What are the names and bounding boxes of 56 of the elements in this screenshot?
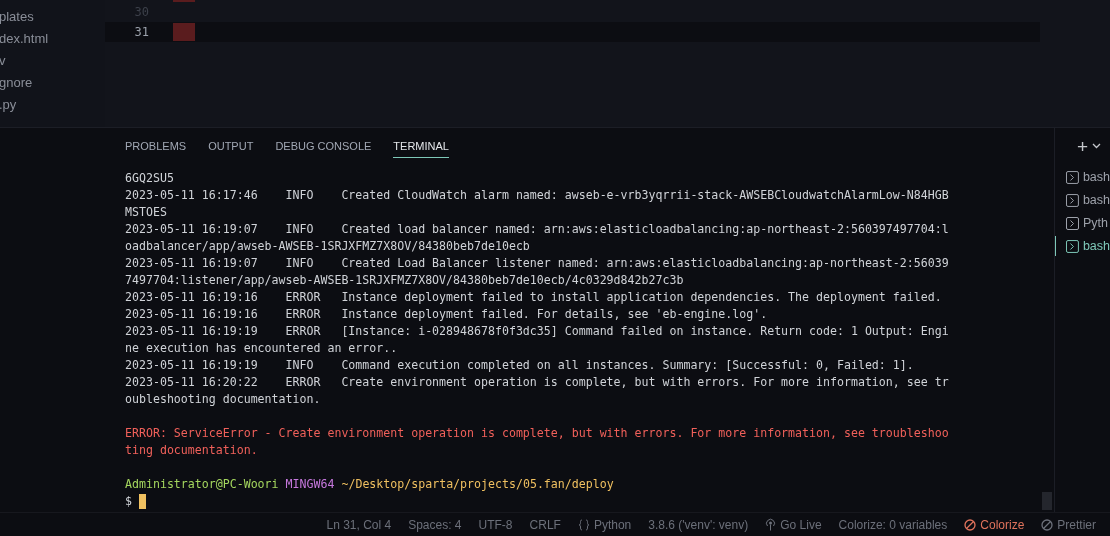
terminal-icon xyxy=(1066,170,1079,184)
braces-icon xyxy=(577,518,590,531)
terminal-line: 2023-05-11 16:20:22 ERROR Create environment operation is complete, but with errors. For more information, see tr xyxy=(125,374,950,391)
prompt-symbol: $ xyxy=(125,493,132,510)
terminal-list-item[interactable]: bash xyxy=(1055,190,1110,210)
terminal-line: 7497704:listener/app/awseb-AWSEB-1SRJXFMZ7X8OV/84380beb7de10ecb/4c0329d842b27c3b xyxy=(125,272,685,289)
terminal-line: oubleshooting documentation. xyxy=(125,391,322,408)
terminal-line: 2023-05-11 16:19:19 ERROR [Instance: i-028948678f0f3dc35] Command failed on instance. Return code: 1 Output: Engi xyxy=(125,323,950,340)
prohibited-icon xyxy=(964,518,977,531)
scrollbar-thumb[interactable] xyxy=(1042,492,1052,510)
terminal-line: 2023-05-11 16:19:07 INFO Created Load Balancer listener named: arn:aws:elasticloadbalancing:ap-northeast-2:56039 xyxy=(125,255,950,272)
file-item[interactable]: dex.html xyxy=(0,28,105,50)
prompt-system: MINGW64 xyxy=(285,477,335,491)
status-item[interactable]: Ln 31, Col 4 xyxy=(326,517,392,532)
prompt-user: Administrator@PC-Woori xyxy=(125,477,279,491)
terminal-line: 2023-05-11 16:17:46 INFO Created CloudWatch alarm named: awseb-e-vrb3yqrrii-stack-AWSEBCloudwatchAlarmLow-N84HGB xyxy=(125,187,950,204)
terminal-line: oadbalancer/app/awseb-AWSEB-1SRJXFMZ7X8OV/84380beb7de10ecb xyxy=(125,238,531,255)
panel-tab[interactable]: PROBLEMS xyxy=(125,134,187,158)
file-item[interactable]: gnore xyxy=(0,72,105,94)
panel-tab[interactable]: OUTPUT xyxy=(208,134,254,158)
terminal-line: 2023-05-11 16:19:07 INFO Created load balancer named: arn:aws:elasticloadbalancing:ap-northeast-2:560397497704:l xyxy=(125,221,950,238)
broadcast-icon xyxy=(765,518,777,531)
terminal-line: 2023-05-11 16:19:19 INFO Command execution completed on all instances. Summary: [Successful: 0, Failed: 1]. xyxy=(125,357,915,374)
status-item[interactable]: UTF-8 xyxy=(478,517,513,532)
status-item[interactable]: Colorize: 0 variables xyxy=(838,517,948,532)
panel-tab[interactable]: TERMINAL xyxy=(393,134,449,158)
new-terminal-button[interactable]: + xyxy=(1077,136,1089,156)
terminal-list-item[interactable]: Pyth xyxy=(1055,213,1110,233)
terminal-line: ne execution has encountered an error.. xyxy=(125,340,399,357)
caret-icon[interactable] xyxy=(1092,143,1102,149)
status-item[interactable]: Python xyxy=(577,517,632,532)
indent-marker xyxy=(173,23,195,41)
terminal-line: 2023-05-11 16:19:16 ERROR Instance deployment failed. For details, see 'eb-engine.log'. xyxy=(125,306,769,323)
terminal-line: 6GQ2SU5 xyxy=(125,170,175,187)
status-item[interactable]: CRLF xyxy=(529,517,561,532)
terminal-list-item[interactable]: bash xyxy=(1055,167,1110,187)
prohibited-icon xyxy=(1041,518,1054,531)
terminal-icon xyxy=(1066,193,1079,207)
terminal-list-item[interactable]: bash xyxy=(1055,236,1110,256)
status-item[interactable]: 3.8.6 ('venv': venv) xyxy=(648,517,749,532)
panel-tab[interactable]: DEBUG CONSOLE xyxy=(275,134,372,158)
file-item[interactable]: plates xyxy=(0,6,105,28)
indent-marker xyxy=(173,0,195,2)
terminal-icon xyxy=(1066,216,1079,230)
status-item[interactable]: Spaces: 4 xyxy=(408,517,462,532)
terminal-line: 2023-05-11 16:19:16 ERROR Instance deployment failed to install application dependencies. The deployment failed. xyxy=(125,289,943,306)
text-cursor xyxy=(139,494,146,509)
line-number: 31 xyxy=(133,25,149,39)
status-item[interactable]: Colorize xyxy=(964,517,1025,532)
error-line: ting documentation. xyxy=(125,442,259,459)
status-item[interactable]: Go Live xyxy=(765,517,822,532)
prompt-path: ~/Desktop/sparta/projects/05.fan/deploy xyxy=(341,477,614,491)
terminal-line: MSTOES xyxy=(125,204,168,221)
file-item[interactable]: .py xyxy=(0,94,105,116)
terminal-icon xyxy=(1066,239,1079,253)
error-line: ERROR: ServiceError - Create environment operation is complete, but with errors. For more information, see troubleshoo xyxy=(125,425,950,442)
